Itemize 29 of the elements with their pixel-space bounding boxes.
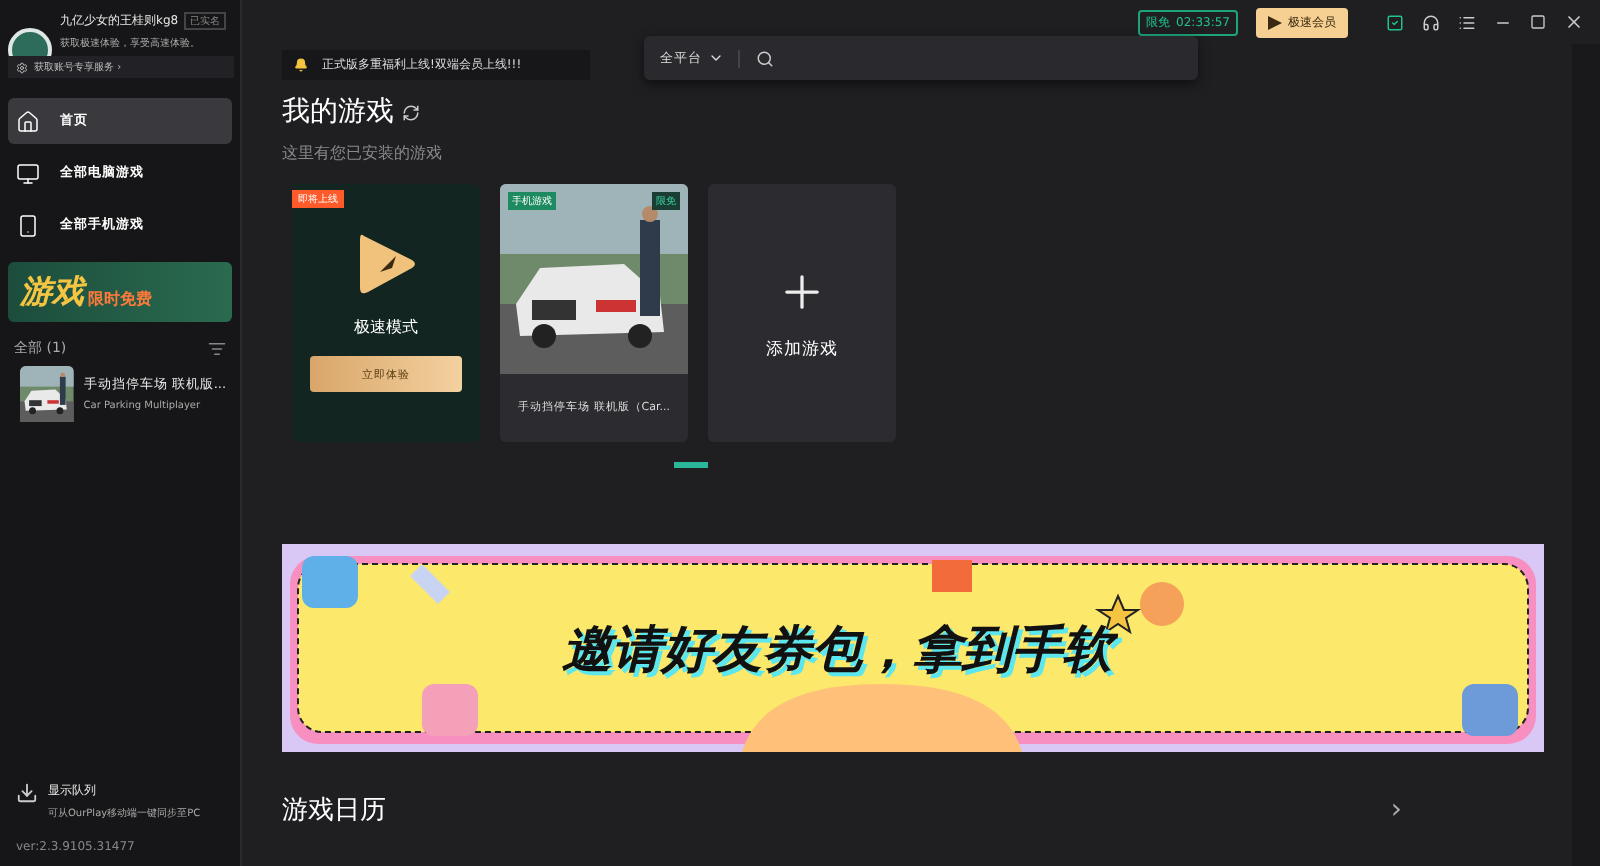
play-icon xyxy=(1268,15,1282,29)
promo-highlight: 限时免费 xyxy=(88,289,152,309)
checklist-icon[interactable] xyxy=(1386,13,1404,31)
card-title: 极速模式 xyxy=(354,316,418,338)
more-link[interactable]: › xyxy=(1390,794,1402,826)
headset-icon[interactable] xyxy=(1422,13,1440,31)
play-logo-icon xyxy=(356,232,416,296)
chevron-icon xyxy=(708,50,724,66)
gear-icon xyxy=(16,61,28,73)
filter-icon xyxy=(208,339,226,357)
section-title: 我的游戏 xyxy=(282,94,394,130)
promo-title: 游戏 xyxy=(20,271,84,313)
calendar-title: 游戏日历 xyxy=(282,794,386,828)
close-icon[interactable] xyxy=(1564,12,1584,32)
bell-icon xyxy=(294,58,308,72)
section-subtitle: 这里有您已安装的游戏 xyxy=(282,142,444,164)
card-title: 添加游戏 xyxy=(766,337,838,361)
page-indicator xyxy=(674,462,708,468)
monitor-icon xyxy=(16,161,40,185)
home-icon xyxy=(16,109,40,133)
add-game-card[interactable]: 添加游戏 xyxy=(708,184,896,442)
promo-banner[interactable]: 游戏限时免费 xyxy=(8,262,232,322)
download-icon xyxy=(16,782,38,804)
refresh-icon[interactable] xyxy=(402,103,420,121)
invite-banner[interactable]: 邀请好友券包，拿到手软 xyxy=(282,544,1544,752)
phone-icon xyxy=(16,213,40,237)
search-icon xyxy=(756,49,774,67)
menu-icon[interactable] xyxy=(1458,13,1476,31)
maximize-icon[interactable] xyxy=(1530,14,1546,30)
